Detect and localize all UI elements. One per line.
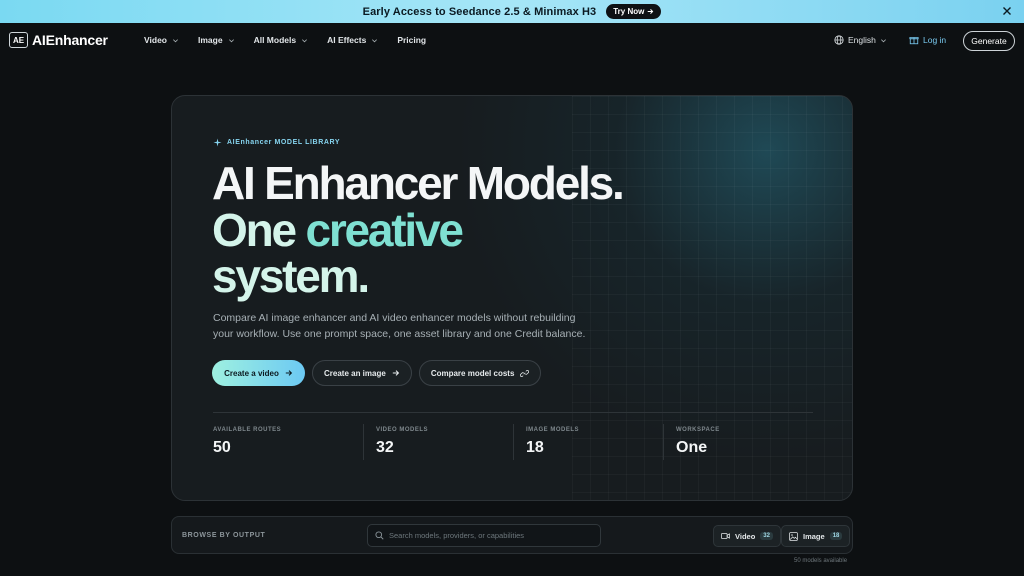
- globe-icon: [834, 35, 844, 45]
- filter-label: Image: [803, 531, 825, 541]
- nav-label: Video: [144, 35, 167, 45]
- nav-label: Image: [198, 35, 223, 45]
- nav-item-image[interactable]: Image: [198, 35, 235, 45]
- stats-divider: [213, 412, 813, 413]
- login-label: Log in: [923, 35, 947, 45]
- title-word-creative: creative: [305, 204, 464, 256]
- search-input[interactable]: [389, 531, 589, 540]
- arrow-right-icon: [285, 370, 292, 376]
- hero-description: Compare AI image enhancer and AI video e…: [213, 312, 586, 340]
- nav-item-all-models[interactable]: All Models: [254, 35, 309, 45]
- language-selector[interactable]: English: [834, 35, 887, 45]
- hero-title-line-2: One creative: [212, 204, 464, 256]
- gift-icon: [909, 37, 919, 45]
- sparkle-icon: [213, 138, 222, 147]
- stat-separator: [663, 424, 664, 460]
- language-label: English: [848, 35, 876, 45]
- try-now-label: Try Now: [613, 7, 645, 16]
- search-box[interactable]: [367, 524, 601, 547]
- chevron-down-icon: [173, 38, 178, 42]
- models-available-count: 50 models available: [794, 558, 848, 564]
- logo[interactable]: AE AIEnhancer: [9, 32, 108, 48]
- button-label: Compare model costs: [430, 368, 515, 378]
- filter-image[interactable]: Image 18: [781, 525, 851, 547]
- video-icon: [721, 533, 730, 539]
- nav-label: Pricing: [397, 35, 427, 45]
- banner-text: Early Access to Seedance 2.5 & Minimax H…: [362, 5, 597, 18]
- chevron-down-icon: [372, 38, 378, 42]
- arrow-right-icon: [648, 9, 654, 14]
- stat-value: 50: [213, 439, 231, 456]
- search-icon: [375, 531, 384, 540]
- create-video-button[interactable]: Create a video: [212, 360, 305, 386]
- count-badge: 32: [760, 532, 773, 540]
- nav-label: AI Effects: [327, 35, 367, 45]
- stat-video-models: VIDEO MODELS 32: [376, 422, 428, 460]
- main-menu: Video Image All Models AI Effects Pricin…: [144, 35, 445, 45]
- logo-mark: AE: [9, 32, 28, 48]
- stat-workspace: WORKSPACE One: [676, 422, 720, 460]
- browse-bar: BROWSE BY OUTPUT Video 32 Image 18: [171, 516, 853, 554]
- count-badge: 18: [829, 532, 843, 540]
- nav-label: All Models: [253, 35, 297, 45]
- button-label: Create a video: [224, 368, 279, 378]
- generate-button[interactable]: Generate: [963, 31, 1015, 51]
- filter-label: Video: [735, 531, 756, 541]
- nav-item-ai-effects[interactable]: AI Effects: [327, 35, 378, 45]
- stat-image-models: IMAGE MODELS 18: [526, 422, 579, 460]
- login-link[interactable]: Log in: [909, 35, 946, 45]
- hero-title-line-3: system.: [212, 250, 370, 302]
- brand-name: AIEnhancer: [32, 32, 108, 48]
- create-image-button[interactable]: Create an image: [312, 360, 412, 386]
- stat-separator: [513, 424, 514, 460]
- hero-card: AIEnhancer MODEL LIBRARY AI Enhancer Mod…: [171, 95, 853, 501]
- image-icon: [789, 531, 798, 541]
- hero-actions: Create a video Create an image Compare m…: [212, 360, 542, 386]
- stat-separator: [363, 424, 364, 460]
- stat-label: IMAGE MODELS: [526, 427, 580, 433]
- chevron-down-icon: [228, 38, 234, 42]
- eyebrow: AIEnhancer MODEL LIBRARY: [213, 138, 340, 147]
- browse-label: BROWSE BY OUTPUT: [182, 532, 266, 539]
- stat-value: One: [676, 439, 708, 456]
- title-word-one: One: [212, 204, 306, 256]
- chevron-down-icon: [302, 38, 308, 42]
- chevron-down-icon: [880, 38, 886, 42]
- stat-label: AVAILABLE ROUTES: [213, 427, 282, 433]
- nav-item-pricing[interactable]: Pricing: [397, 35, 426, 45]
- announcement-banner: Early Access to Seedance 2.5 & Minimax H…: [0, 0, 1024, 23]
- eyebrow-text: AIEnhancer MODEL LIBRARY: [227, 139, 341, 146]
- stat-label: VIDEO MODELS: [376, 427, 429, 433]
- close-icon[interactable]: [1000, 4, 1014, 18]
- link-icon: [520, 369, 530, 377]
- filter-video[interactable]: Video 32: [713, 525, 781, 547]
- stat-available-routes: AVAILABLE ROUTES 50: [213, 422, 281, 460]
- nav-item-video[interactable]: Video: [144, 35, 179, 45]
- arrow-right-icon: [392, 370, 399, 376]
- stat-label: WORKSPACE: [676, 427, 720, 433]
- button-label: Create an image: [324, 368, 386, 378]
- try-now-button[interactable]: Try Now: [606, 4, 662, 19]
- compare-model-costs-button[interactable]: Compare model costs: [418, 360, 542, 386]
- stat-value: 32: [376, 439, 394, 456]
- top-navigation: AE AIEnhancer Video Image All Models AI …: [0, 23, 1024, 59]
- stat-value: 18: [526, 439, 544, 456]
- hero-title-line-1: AI Enhancer Models.: [212, 157, 625, 209]
